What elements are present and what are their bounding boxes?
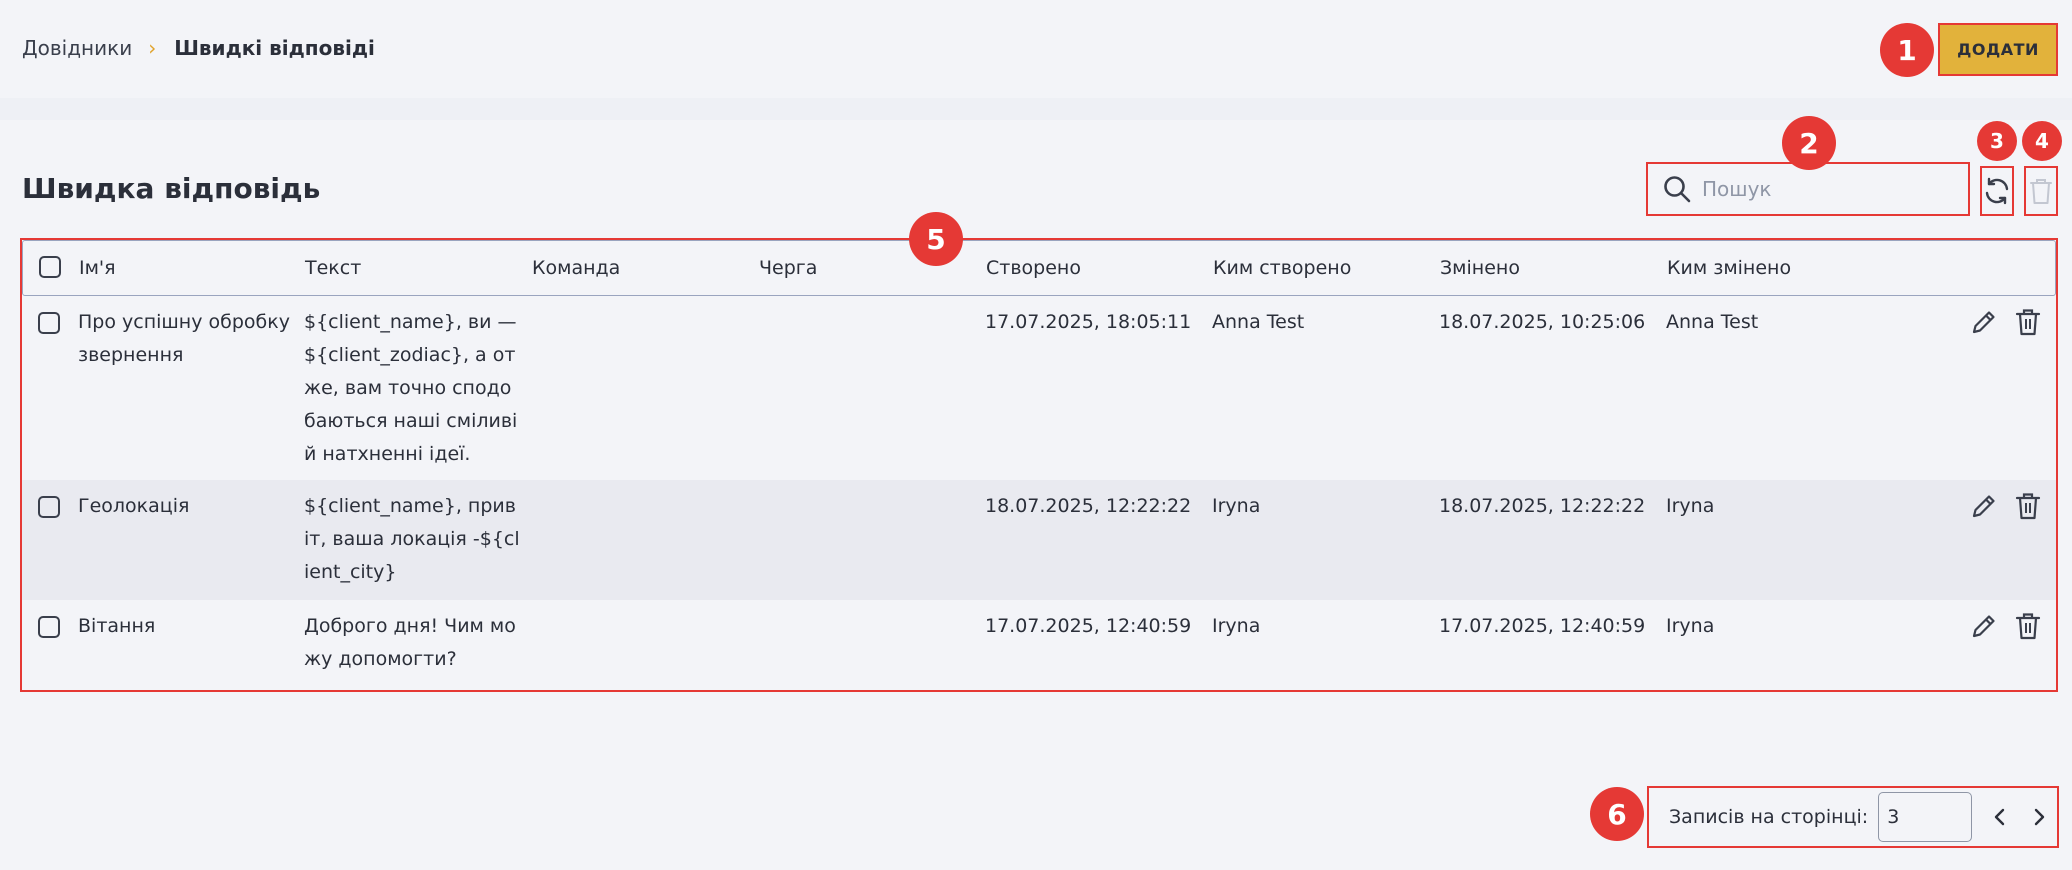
search-icon <box>1664 176 1691 203</box>
next-page-button[interactable] <box>2022 797 2057 837</box>
search-input[interactable] <box>1700 176 1954 202</box>
annotation-badge-2: 2 <box>1782 116 1836 170</box>
cell-modified: 18.07.2025, 10:25:06 <box>1439 311 1646 333</box>
pencil-icon <box>1972 615 1995 638</box>
edit-button[interactable] <box>1968 306 2000 338</box>
table-header: Ім'я Текст Команда Черга Створено Ким ст… <box>22 240 2056 296</box>
annotation-badge-1: 1 <box>1880 23 1934 77</box>
chevron-right-icon <box>2035 808 2045 826</box>
breadcrumb-current: Швидкі відповіді <box>174 36 375 60</box>
cell-modified: 17.07.2025, 12:40:59 <box>1439 615 1646 637</box>
pencil-icon <box>1972 495 1995 518</box>
column-header-created[interactable]: Створено <box>986 257 1081 279</box>
main-panel: Швидка відповідь Ім'я Текст Команда Черг… <box>0 120 2072 870</box>
search-field[interactable] <box>1646 162 1970 216</box>
trash-icon <box>2015 493 2041 520</box>
table-row[interactable]: Вітання Доброго дня! Чим можу допомогти?… <box>22 600 2056 688</box>
delete-button[interactable] <box>2012 490 2044 522</box>
annotation-badge-3: 3 <box>1977 121 2017 161</box>
add-button[interactable]: ДОДАТИ <box>1938 23 2058 76</box>
refresh-icon <box>1985 177 2009 205</box>
cell-modified: 18.07.2025, 12:22:22 <box>1439 495 1646 517</box>
refresh-button[interactable] <box>1980 166 2014 216</box>
row-checkbox[interactable] <box>38 312 60 334</box>
column-header-text[interactable]: Текст <box>305 257 361 279</box>
rows-per-page-input[interactable] <box>1878 792 1973 842</box>
quick-replies-table: Ім'я Текст Команда Черга Створено Ким ст… <box>20 238 2058 692</box>
column-header-modified-by[interactable]: Ким змінено <box>1667 257 1791 279</box>
cell-created-by: Iryna <box>1212 495 1261 517</box>
cell-created: 17.07.2025, 12:40:59 <box>985 615 1192 637</box>
select-all-checkbox[interactable] <box>39 256 61 278</box>
column-header-team[interactable]: Команда <box>532 257 620 279</box>
edit-button[interactable] <box>1968 610 2000 642</box>
cell-created: 18.07.2025, 12:22:22 <box>985 495 1192 517</box>
page-title: Швидка відповідь <box>22 172 321 205</box>
row-checkbox[interactable] <box>38 496 60 518</box>
pencil-icon <box>1972 311 1995 334</box>
delete-button[interactable] <box>2012 610 2044 642</box>
cell-modified-by: Iryna <box>1666 615 1715 637</box>
cell-name: Вітання <box>78 615 156 637</box>
annotation-badge-5: 5 <box>909 212 963 266</box>
cell-name: Про успішну обробку звернення <box>78 311 290 366</box>
column-header-created-by[interactable]: Ким створено <box>1213 257 1351 279</box>
breadcrumb-parent-link[interactable]: Довідники <box>22 36 132 60</box>
row-checkbox[interactable] <box>38 616 60 638</box>
table-row[interactable]: Геолокація ${client_name}, привіт, ваша … <box>22 480 2056 600</box>
annotation-badge-4: 4 <box>2022 121 2062 161</box>
cell-created-by: Iryna <box>1212 615 1261 637</box>
delete-button[interactable] <box>2012 306 2044 338</box>
annotation-badge-6: 6 <box>1590 787 1644 841</box>
cell-created: 17.07.2025, 18:05:11 <box>985 311 1192 333</box>
breadcrumb-separator-icon: › <box>148 36 157 60</box>
chevron-left-icon <box>1994 808 2005 826</box>
cell-created-by: Anna Test <box>1212 311 1305 333</box>
trash-icon <box>2015 613 2041 640</box>
column-header-modified[interactable]: Змінено <box>1440 257 1520 279</box>
pagination: Записів на сторінці: <box>1647 786 2059 848</box>
prev-page-button[interactable] <box>1982 797 2017 837</box>
cell-text: ${client_name}, ви — ${client_zodiac}, а… <box>304 311 518 465</box>
column-header-queue[interactable]: Черга <box>759 257 817 279</box>
column-header-name[interactable]: Ім'я <box>79 257 116 279</box>
bulk-delete-button[interactable] <box>2024 166 2058 216</box>
cell-modified-by: Iryna <box>1666 495 1715 517</box>
trash-icon <box>2015 309 2041 336</box>
rows-per-page-label: Записів на сторінці: <box>1669 806 1869 828</box>
cell-name: Геолокація <box>78 495 190 517</box>
trash-icon <box>2030 179 2052 204</box>
header-bar: Довідники › Швидкі відповіді ДОДАТИ <box>0 0 2072 98</box>
cell-text: ${client_name}, привіт, ваша локація -${… <box>304 495 520 583</box>
breadcrumb: Довідники › Швидкі відповіді <box>22 36 375 60</box>
cell-text: Доброго дня! Чим можу допомогти? <box>304 615 516 670</box>
cell-modified-by: Anna Test <box>1666 311 1759 333</box>
table-row[interactable]: Про успішну обробку звернення ${client_n… <box>22 296 2056 480</box>
edit-button[interactable] <box>1968 490 2000 522</box>
